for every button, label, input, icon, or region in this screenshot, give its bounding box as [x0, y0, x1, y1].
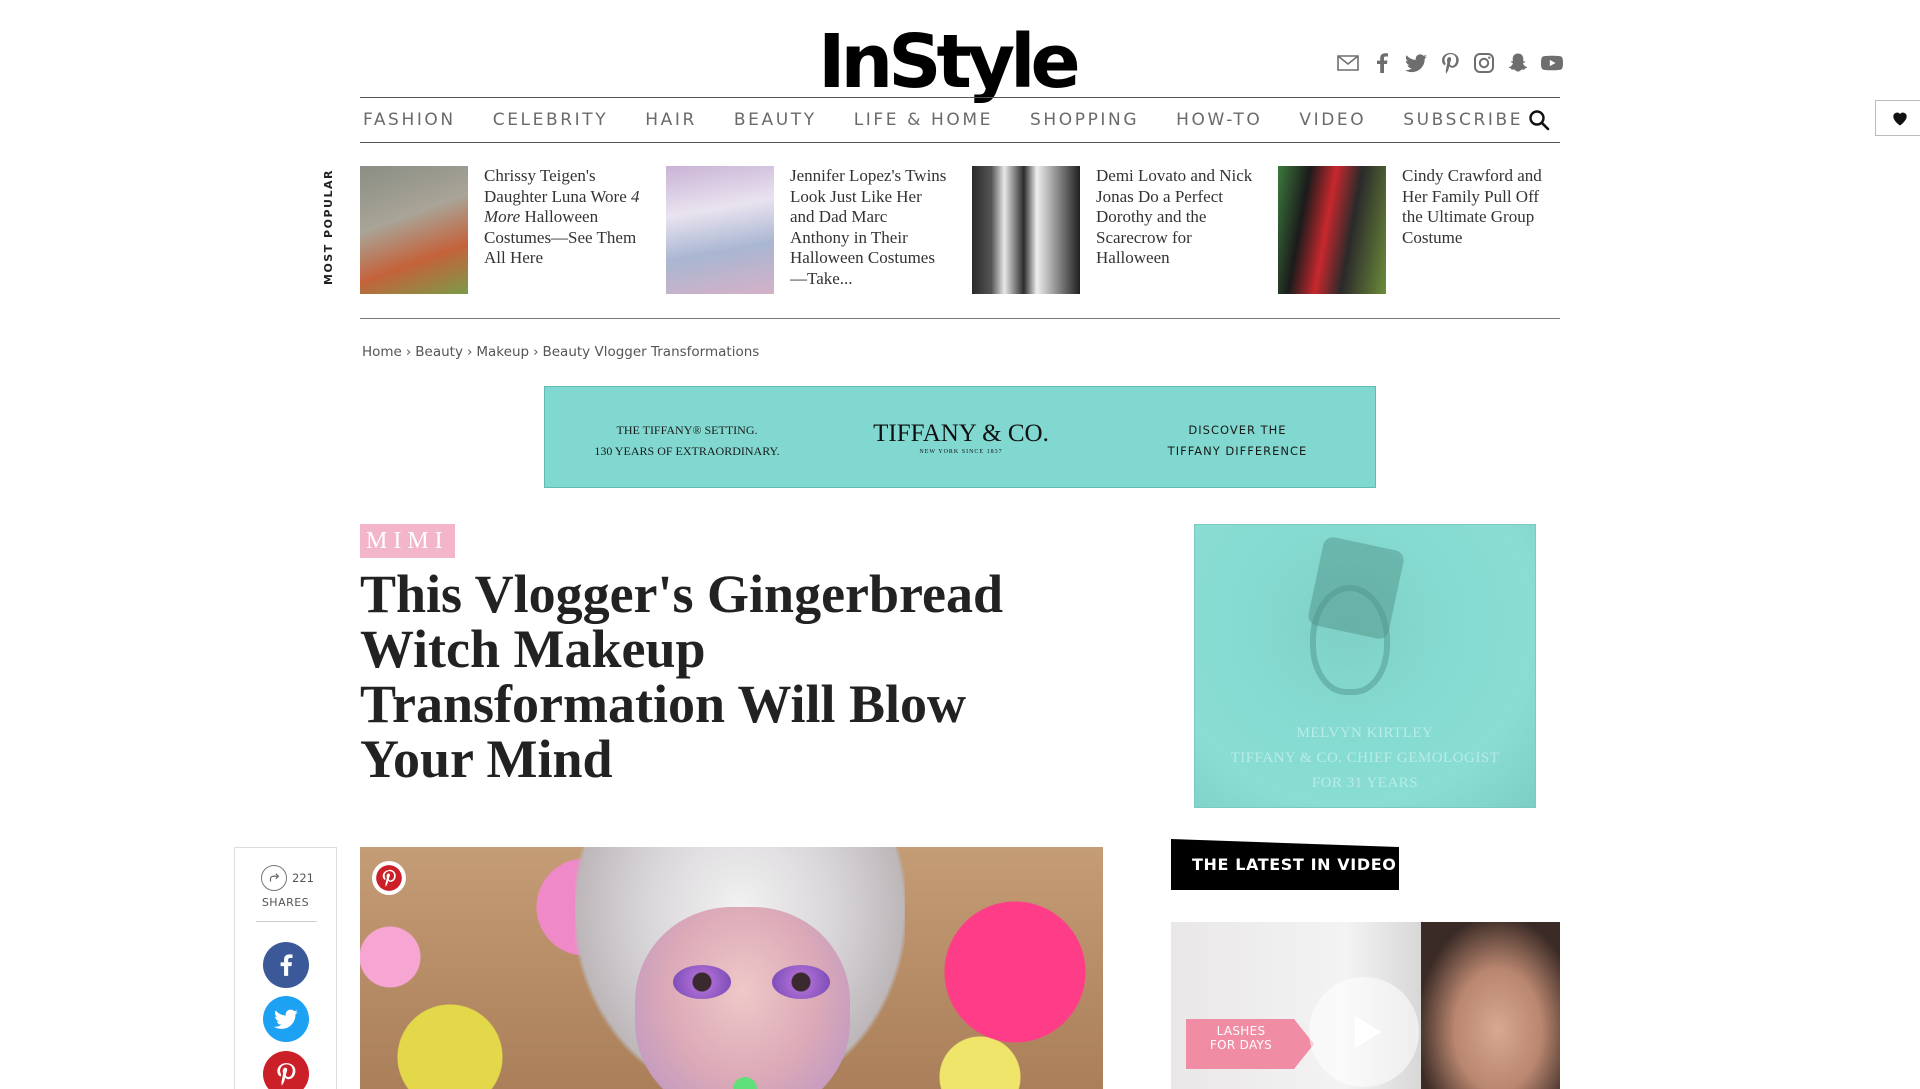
instyle-logo[interactable]: InStyle — [818, 22, 1102, 102]
facebook-icon — [280, 954, 293, 976]
most-popular-title[interactable]: Demi Lovato and Nick Jonas Do a Perfect … — [1096, 166, 1256, 294]
breadcrumb-separator: › — [466, 344, 473, 360]
breadcrumb-separator: › — [533, 344, 539, 360]
video-thumbnail-person — [1421, 922, 1560, 1089]
breadcrumb-beauty[interactable]: Beauty — [415, 344, 463, 360]
snapchat-icon[interactable] — [1504, 49, 1531, 76]
share-divider — [256, 921, 317, 922]
most-popular-item[interactable]: Cindy Crawford and Her Family Pull Off t… — [1278, 166, 1584, 294]
banner-brand-logo: TIFFANY & CO. NEW YORK SINCE 1837 — [873, 420, 1049, 455]
side-ad-caption: MELVYN KIRTLEY TIFFANY & CO. CHIEF GEMOL… — [1230, 725, 1500, 791]
share-twitter-button[interactable] — [263, 996, 309, 1042]
share-count: 221 — [261, 865, 314, 891]
hero-face — [635, 907, 850, 1089]
favorites-heart-button[interactable] — [1875, 100, 1920, 136]
nav-item-how-to[interactable]: HOW-TO — [1176, 110, 1262, 130]
pinterest-icon — [277, 1063, 296, 1086]
banner-left-text: THE TIFFANY® SETTING. 130 YEARS OF EXTRA… — [594, 423, 780, 458]
nav-item-life-home[interactable]: LIFE & HOME — [854, 110, 993, 130]
search-icon[interactable] — [1528, 109, 1550, 131]
play-icon[interactable] — [1309, 977, 1419, 1087]
nav-item-fashion[interactable]: FASHION — [363, 110, 456, 130]
breadcrumb-current[interactable]: Beauty Vlogger Transformations — [542, 344, 759, 360]
pinterest-icon[interactable] — [1436, 49, 1463, 76]
breadcrumb-separator: › — [405, 344, 412, 360]
hero-eye-right — [772, 965, 830, 999]
video-overlay-text: LASHES FOR DAYS — [1209, 1024, 1273, 1052]
nav-item-video[interactable]: VIDEO — [1299, 110, 1366, 130]
nav-item-beauty[interactable]: BEAUTY — [734, 110, 817, 130]
most-popular-thumbnail[interactable] — [972, 166, 1080, 294]
twitter-icon[interactable] — [1402, 49, 1429, 76]
author-tag[interactable]: MIMI — [360, 524, 455, 558]
share-panel: 221 SHARES — [234, 847, 337, 1089]
share-arrow-icon — [261, 865, 287, 891]
most-popular-list: Chrissy Teigen's Daughter Luna Wore 4 Mo… — [360, 166, 1584, 294]
most-popular-title[interactable]: Chrissy Teigen's Daughter Luna Wore 4 Mo… — [484, 166, 644, 294]
tiffany-side-ad[interactable]: MELVYN KIRTLEY TIFFANY & CO. CHIEF GEMOL… — [1194, 524, 1536, 808]
most-popular-label: MOST POPULAR — [322, 169, 335, 285]
main-nav: FASHION CELEBRITY HAIR BEAUTY LIFE & HOM… — [360, 97, 1560, 143]
breadcrumb-home[interactable]: Home — [362, 344, 402, 360]
latest-video-heading: THE LATEST IN VIDEO — [1171, 839, 1399, 890]
most-popular-thumbnail[interactable] — [360, 166, 468, 294]
instagram-icon[interactable] — [1470, 49, 1497, 76]
most-popular-item[interactable]: Chrissy Teigen's Daughter Luna Wore 4 Mo… — [360, 166, 666, 294]
nav-item-subscribe[interactable]: SUBSCRIBE — [1403, 110, 1523, 130]
twitter-icon — [274, 1009, 298, 1029]
most-popular-item[interactable]: Jennifer Lopez's Twins Look Just Like He… — [666, 166, 972, 294]
share-pinterest-button[interactable] — [263, 1051, 309, 1089]
most-popular-thumbnail[interactable] — [666, 166, 774, 294]
share-count-number: 221 — [292, 871, 314, 885]
nav-item-shopping[interactable]: SHOPPING — [1030, 110, 1139, 130]
facebook-icon[interactable] — [1368, 49, 1395, 76]
hero-eye-left — [673, 965, 731, 999]
article-headline: This Vlogger's Gingerbread Witch Makeup … — [360, 564, 1004, 789]
pinterest-icon — [376, 865, 402, 891]
most-popular-thumbnail[interactable] — [1278, 166, 1386, 294]
most-popular-title[interactable]: Cindy Crawford and Her Family Pull Off t… — [1402, 166, 1562, 294]
youtube-icon[interactable] — [1538, 49, 1565, 76]
video-player[interactable]: LASHES FOR DAYS — [1171, 922, 1560, 1089]
banner-right-text: DISCOVER THE TIFFANY DIFFERENCE — [1167, 423, 1308, 458]
ad-ring-image — [1310, 585, 1390, 695]
share-facebook-button[interactable] — [263, 942, 309, 988]
article-hero-image[interactable] — [360, 847, 1103, 1089]
nav-item-hair[interactable]: HAIR — [645, 110, 697, 130]
most-popular-item[interactable]: Demi Lovato and Nick Jonas Do a Perfect … — [972, 166, 1278, 294]
most-popular-title[interactable]: Jennifer Lopez's Twins Look Just Like He… — [790, 166, 950, 290]
breadcrumb: Home › Beauty › Makeup › Beauty Vlogger Transf… — [362, 344, 759, 360]
tiffany-banner-ad[interactable]: THE TIFFANY® SETTING. 130 YEARS OF EXTRA… — [544, 386, 1376, 488]
social-links — [1334, 49, 1565, 76]
share-label: SHARES — [261, 896, 310, 909]
mail-icon[interactable] — [1334, 49, 1361, 76]
breadcrumb-makeup[interactable]: Makeup — [476, 344, 529, 360]
pin-it-button[interactable] — [372, 861, 406, 895]
nav-item-celebrity[interactable]: CELEBRITY — [493, 110, 608, 130]
heart-icon — [1892, 112, 1907, 126]
section-divider — [360, 318, 1560, 319]
